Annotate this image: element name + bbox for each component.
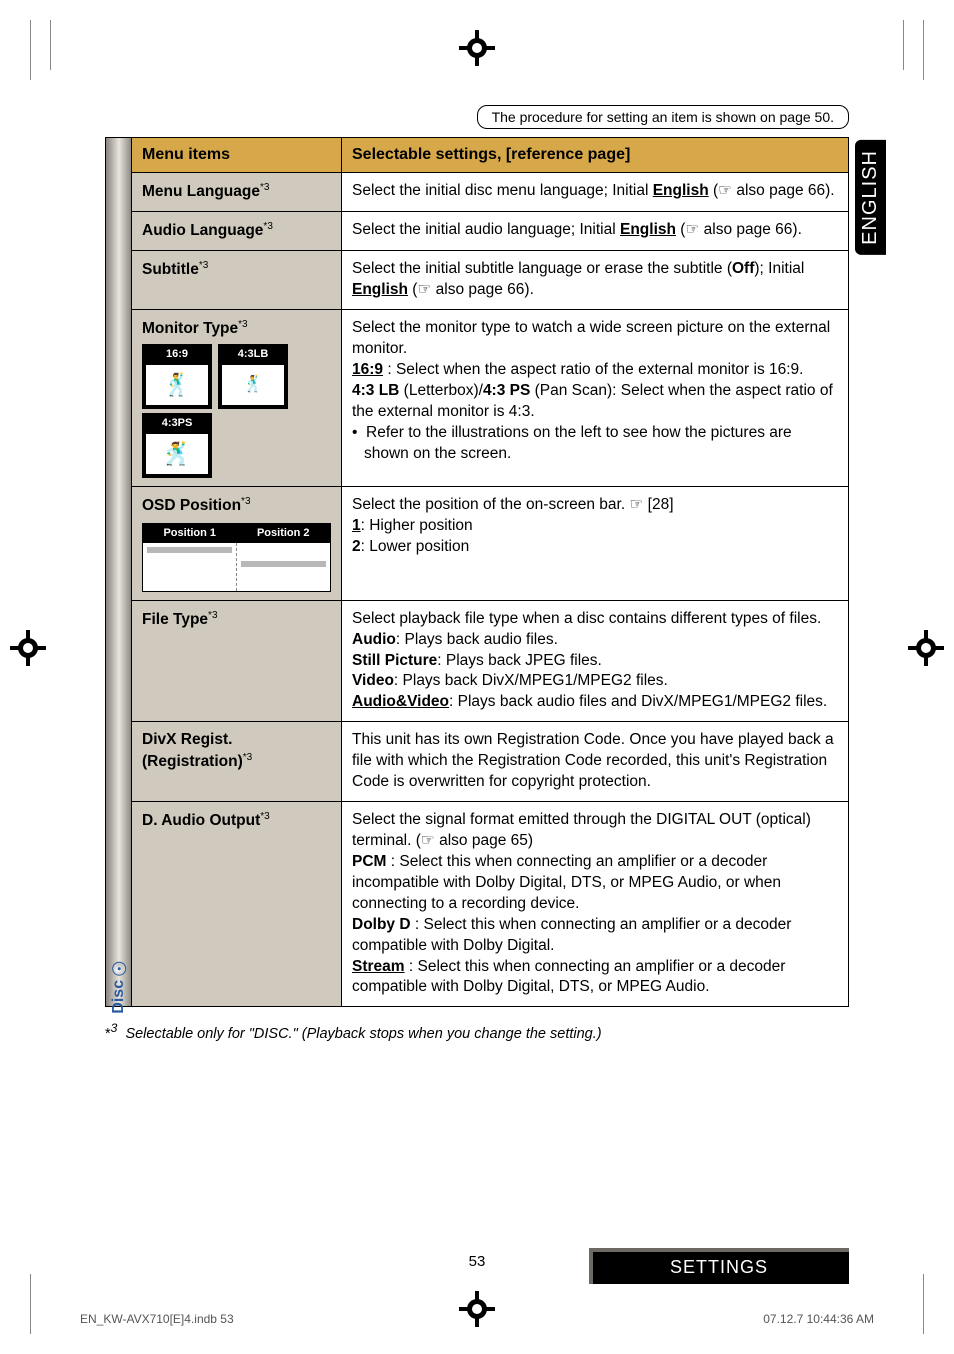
file-type-desc: Select playback file type when a disc co… bbox=[342, 600, 849, 722]
disc-icon bbox=[111, 962, 125, 976]
monitor-type-label: Monitor Type bbox=[142, 320, 238, 337]
subtitle-label: Subtitle bbox=[142, 261, 199, 278]
table-row: Audio Language*3 Select the initial audi… bbox=[106, 212, 849, 251]
d-audio-output-desc: Select the signal format emitted through… bbox=[342, 802, 849, 1007]
subtitle-desc: Select the initial subtitle language or … bbox=[342, 251, 849, 310]
table-row: D. Audio Output*3 Select the signal form… bbox=[106, 802, 849, 1007]
registration-mark-icon bbox=[459, 1291, 495, 1332]
registration-mark-icon bbox=[908, 630, 944, 671]
disc-category-tab: Disc bbox=[106, 138, 132, 1007]
settings-table: Disc Menu items Selectable settings, [re… bbox=[105, 137, 849, 1007]
audio-language-desc: Select the initial audio language; Initi… bbox=[342, 212, 849, 251]
table-row: Menu Language*3 Select the initial disc … bbox=[106, 173, 849, 212]
table-row: Monitor Type*3 16:9 🕺 4:3LB 🕺 4:3PS 🕺 bbox=[106, 310, 849, 487]
footer-timestamp: 07.12.7 10:44:36 AM bbox=[763, 1312, 874, 1326]
footnote: *3 Selectable only for "DISC." (Playback… bbox=[105, 1021, 849, 1042]
registration-mark-icon bbox=[459, 30, 495, 71]
osd-position-diagram: Position 1 Position 2 bbox=[142, 523, 331, 592]
menu-language-label: Menu Language bbox=[142, 183, 260, 200]
footer-filename: EN_KW-AVX710[E]4.indb 53 bbox=[80, 1312, 234, 1326]
monitor-type-desc: Select the monitor type to watch a wide … bbox=[342, 310, 849, 487]
page-number: 53 bbox=[469, 1253, 486, 1270]
audio-language-label: Audio Language bbox=[142, 222, 263, 239]
osd-position-desc: Select the position of the on-screen bar… bbox=[342, 486, 849, 600]
menu-language-desc: Select the initial disc menu language; I… bbox=[342, 173, 849, 212]
table-row: File Type*3 Select playback file type wh… bbox=[106, 600, 849, 722]
table-row: Subtitle*3 Select the initial subtitle l… bbox=[106, 251, 849, 310]
monitor-43ps-icon: 4:3PS 🕺 bbox=[142, 413, 212, 478]
table-row: OSD Position*3 Position 1 Position 2 Sel… bbox=[106, 486, 849, 600]
language-tab: ENGLISH bbox=[855, 140, 886, 255]
registration-mark-icon bbox=[10, 630, 46, 671]
d-audio-output-label: D. Audio Output bbox=[142, 812, 260, 829]
divx-regist-desc: This unit has its own Registration Code.… bbox=[342, 722, 849, 802]
divx-regist-label: DivX Regist. (Registration) bbox=[142, 731, 243, 770]
settings-section-label: SETTINGS bbox=[589, 1248, 849, 1284]
header-selectable-settings: Selectable settings, [reference page] bbox=[342, 138, 849, 173]
monitor-43lb-icon: 4:3LB 🕺 bbox=[218, 344, 288, 409]
file-type-label: File Type bbox=[142, 611, 208, 628]
procedure-note: The procedure for setting an item is sho… bbox=[477, 105, 849, 129]
header-menu-items: Menu items bbox=[132, 138, 342, 173]
table-row: DivX Regist. (Registration)*3 This unit … bbox=[106, 722, 849, 802]
monitor-169-icon: 16:9 🕺 bbox=[142, 344, 212, 409]
osd-position-label: OSD Position bbox=[142, 497, 241, 514]
